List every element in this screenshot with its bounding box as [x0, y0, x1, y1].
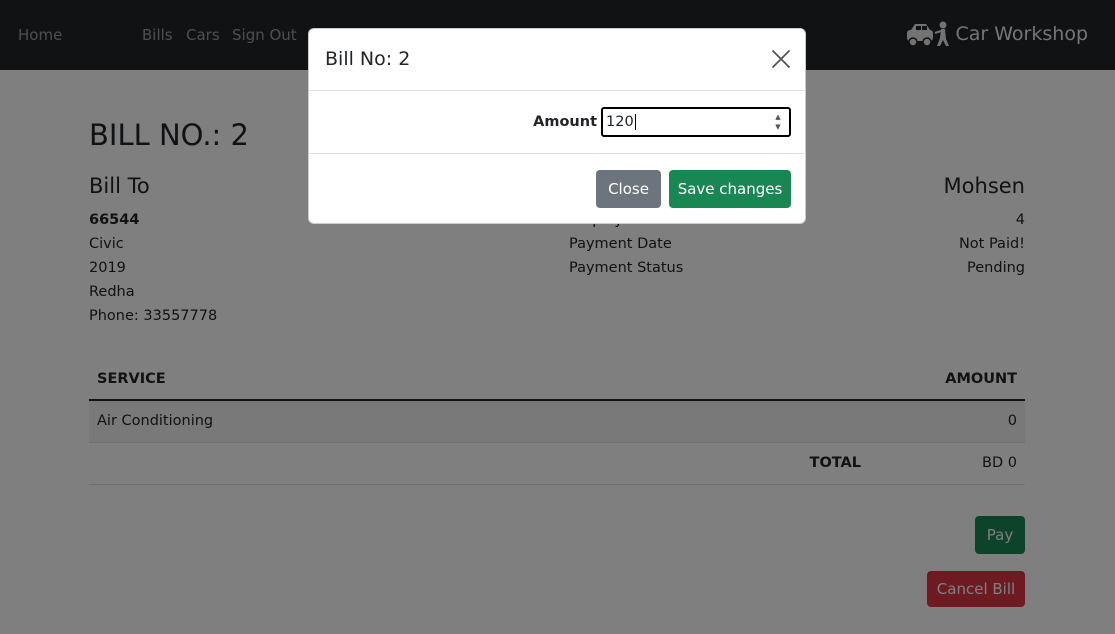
amount-input[interactable]: 120 ▲ ▼ [601, 107, 791, 137]
amount-value: 120 [606, 114, 634, 130]
spinner-up-icon[interactable]: ▲ [773, 112, 783, 122]
modal-body: Amount 120 ▲ ▼ [309, 91, 805, 154]
modal-header: Bill No: 2 [309, 29, 805, 91]
close-icon[interactable] [771, 49, 791, 69]
number-spinner[interactable]: ▲ ▼ [773, 112, 783, 132]
spinner-down-icon[interactable]: ▼ [773, 122, 783, 132]
text-cursor [634, 114, 636, 130]
modal-footer: Close Save changes [309, 155, 805, 224]
save-changes-button[interactable]: Save changes [669, 170, 791, 208]
edit-amount-modal: Bill No: 2 Amount 120 ▲ ▼ Close Save cha… [308, 28, 806, 224]
amount-label: Amount [533, 114, 597, 130]
close-button[interactable]: Close [596, 170, 661, 208]
modal-title: Bill No: 2 [325, 48, 411, 70]
